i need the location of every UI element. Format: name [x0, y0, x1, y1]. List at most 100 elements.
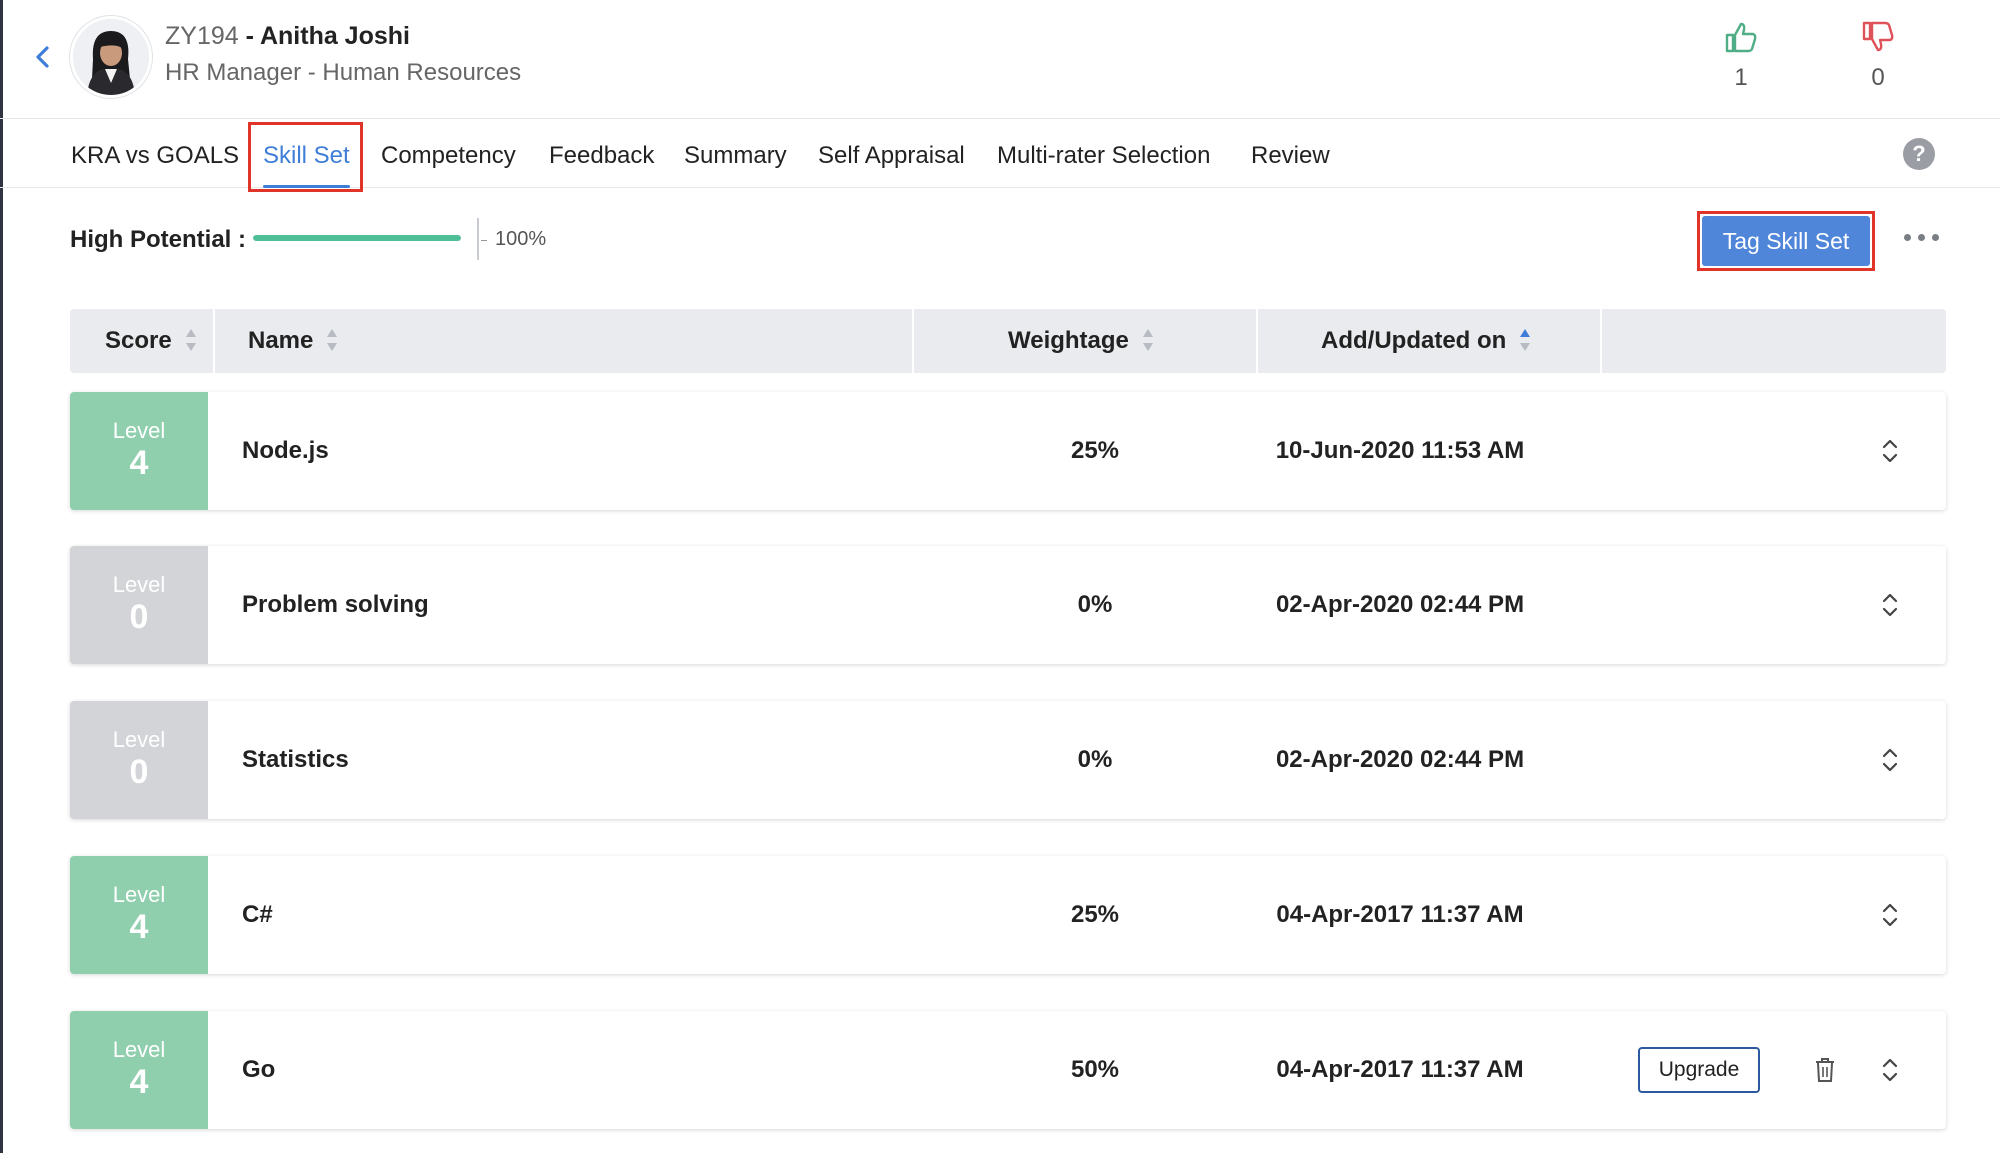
- chevron-up-down-icon: [1882, 1058, 1898, 1082]
- skill-updated-on: 04-Apr-2017 11:37 AM: [1276, 901, 1524, 928]
- skill-name: Node.js: [242, 437, 329, 464]
- skill-weightage: 0%: [1077, 746, 1113, 773]
- level-value: 4: [129, 444, 149, 482]
- like-button[interactable]: 1: [1711, 20, 1771, 92]
- chevron-up-down-icon: [1882, 439, 1898, 463]
- thumbs-down-icon: [1862, 21, 1894, 52]
- sort-icon: [1142, 327, 1153, 353]
- employee-id: ZY194: [165, 22, 239, 50]
- header-weightage-label: Weightage: [1008, 327, 1129, 354]
- active-tab-highlight: [248, 122, 363, 192]
- level-value: 4: [129, 1063, 149, 1101]
- skill-name: Go: [242, 1056, 276, 1083]
- skill-weightage: 0%: [1077, 591, 1113, 618]
- more-dot-icon: [1932, 234, 1939, 241]
- expand-row-button[interactable]: [1880, 590, 1900, 620]
- high-potential-fill: [253, 235, 461, 241]
- employee-title: ZY194 - Anitha Joshi: [165, 20, 410, 52]
- tab-competency[interactable]: Competency: [381, 120, 516, 188]
- header-name-label: Name: [248, 327, 314, 354]
- column-divider: [1256, 309, 1258, 373]
- more-dot-icon: [1918, 234, 1925, 241]
- skill-updated-on: 10-Jun-2020 11:53 AM: [1275, 437, 1525, 464]
- skill-name: Statistics: [242, 746, 349, 773]
- score-level-badge: Level 0: [70, 701, 208, 819]
- tab-self-appraisal[interactable]: Self Appraisal: [818, 120, 965, 188]
- level-value: 0: [129, 753, 149, 791]
- header-name[interactable]: Name: [248, 309, 338, 373]
- high-potential-bar: [253, 235, 461, 241]
- chevron-up-down-icon: [1882, 593, 1898, 617]
- score-level-badge: Level 4: [70, 392, 208, 510]
- table-header: Score Name Weightage Add/Updated on: [70, 309, 1946, 373]
- level-label: Level: [112, 882, 166, 907]
- skill-updated-on: 02-Apr-2020 02:44 PM: [1275, 746, 1525, 773]
- level-value: 4: [129, 908, 149, 946]
- header-score[interactable]: Score: [105, 309, 196, 373]
- level-label: Level: [112, 727, 166, 752]
- tab-kra-vs-goals[interactable]: KRA vs GOALS: [71, 120, 239, 188]
- table-row[interactable]: Level 4 Node.js 25% 10-Jun-2020 11:53 AM: [70, 392, 1946, 510]
- chevron-left-icon: [36, 46, 49, 68]
- high-potential-label: High Potential :: [70, 226, 246, 253]
- dislike-count: 0: [1871, 64, 1885, 91]
- table-row[interactable]: Level 0 Problem solving 0% 02-Apr-2020 0…: [70, 546, 1946, 664]
- help-icon[interactable]: ?: [1903, 138, 1935, 170]
- skill-weightage: 25%: [1070, 437, 1120, 464]
- avatar: [70, 16, 152, 98]
- header-updated-label: Add/Updated on: [1321, 327, 1507, 354]
- tab-review[interactable]: Review: [1251, 120, 1330, 188]
- more-options-button[interactable]: [1904, 225, 1940, 249]
- chevron-up-down-icon: [1882, 748, 1898, 772]
- high-potential-tick: [481, 240, 487, 241]
- level-value: 0: [129, 598, 149, 636]
- expand-row-button[interactable]: [1880, 745, 1900, 775]
- level-label: Level: [112, 418, 166, 443]
- expand-row-button[interactable]: [1880, 436, 1900, 466]
- like-count: 1: [1734, 64, 1748, 91]
- back-button[interactable]: [28, 40, 58, 74]
- level-label: Level: [112, 1037, 166, 1062]
- employee-role: HR Manager - Human Resources: [165, 59, 522, 86]
- column-divider: [1600, 309, 1602, 373]
- skill-name: C#: [242, 901, 273, 928]
- score-level-badge: Level 0: [70, 546, 208, 664]
- employee-header: ZY194 - Anitha Joshi HR Manager - Human …: [0, 0, 2000, 119]
- tab-feedback[interactable]: Feedback: [549, 120, 654, 188]
- column-divider: [912, 309, 914, 373]
- expand-row-button[interactable]: [1880, 900, 1900, 930]
- level-label: Level: [112, 572, 166, 597]
- employee-name: Anitha Joshi: [259, 22, 410, 50]
- upgrade-button[interactable]: Upgrade: [1638, 1047, 1760, 1093]
- chevron-up-down-icon: [1882, 903, 1898, 927]
- employee-separator: -: [238, 22, 260, 50]
- skill-updated-on: 02-Apr-2020 02:44 PM: [1275, 591, 1525, 618]
- sort-icon: [327, 327, 338, 353]
- score-level-badge: Level 4: [70, 1011, 208, 1129]
- tag-skill-set-button[interactable]: Tag Skill Set: [1702, 216, 1870, 266]
- skill-weightage: 50%: [1070, 1056, 1120, 1083]
- dislike-button[interactable]: 0: [1848, 20, 1908, 92]
- trash-icon: [1816, 1058, 1834, 1082]
- score-level-badge: Level 4: [70, 856, 208, 974]
- header-weightage[interactable]: Weightage: [1008, 309, 1153, 373]
- high-potential-value: 100%: [495, 228, 547, 250]
- skill-updated-on: 04-Apr-2017 11:37 AM: [1276, 1056, 1524, 1083]
- sort-ascending-icon: [1520, 327, 1531, 353]
- tab-multi-rater-selection[interactable]: Multi-rater Selection: [997, 120, 1210, 188]
- skill-weightage: 25%: [1070, 901, 1120, 928]
- sort-icon: [185, 327, 196, 353]
- more-dot-icon: [1904, 234, 1911, 241]
- header-updated-on[interactable]: Add/Updated on: [1321, 309, 1531, 373]
- table-row[interactable]: Level 0 Statistics 0% 02-Apr-2020 02:44 …: [70, 701, 1946, 819]
- table-row[interactable]: Level 4 C# 25% 04-Apr-2017 11:37 AM: [70, 856, 1946, 974]
- high-potential-divider: [477, 218, 479, 260]
- tab-summary[interactable]: Summary: [684, 120, 787, 188]
- table-row[interactable]: Level 4 Go 50% 04-Apr-2017 11:37 AM Upgr…: [70, 1011, 1946, 1129]
- delete-button[interactable]: [1814, 1057, 1836, 1083]
- thumbs-up-icon: [1725, 22, 1757, 53]
- header-score-label: Score: [105, 327, 172, 354]
- expand-row-button[interactable]: [1880, 1055, 1900, 1085]
- column-divider: [213, 309, 215, 373]
- skill-name: Problem solving: [242, 591, 429, 618]
